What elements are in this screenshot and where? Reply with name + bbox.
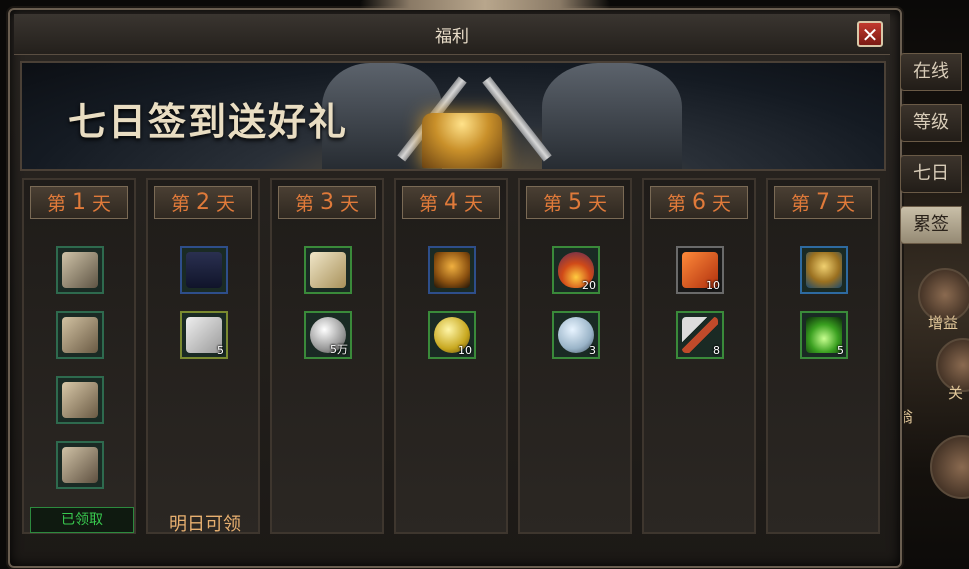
item-count: 8 [713,344,720,357]
day-number: 2 [196,190,210,215]
day-column: 第 2 天 5 明日可领 [146,178,260,535]
day-header: 第 3 天 [278,186,376,219]
banner-title: 七日签到送好礼 [68,99,349,144]
knight-right-art [542,63,682,169]
item-count: 20 [582,279,596,292]
golden-mount-icon [806,252,842,288]
day-column: 第 4 天 10 [394,178,508,534]
claimed-status: 已领取 [30,507,134,533]
reward-slot[interactable] [304,246,352,294]
close-icon[interactable]: ✕ [857,21,883,47]
reward-slot[interactable] [428,246,476,294]
item-count: 5 [217,344,224,357]
item-count: 3 [589,344,596,357]
day-number: 3 [320,190,334,215]
tab-level[interactable]: 等级 [900,104,962,142]
boots-icon [62,447,98,483]
suit-jacket-icon [186,252,222,288]
day-header: 第 1 天 [30,186,128,219]
day-column: 第 5 天 20 3 [518,178,632,534]
day-suffix: 天 [588,193,608,215]
gloves-icon [62,252,98,288]
tiger-pet-icon [434,252,470,288]
day-column: 第 7 天 5 [766,178,880,534]
item-count: 5万 [330,343,348,356]
day-number: 4 [444,190,458,215]
day-number: 1 [72,190,86,215]
reward-slot[interactable]: 5 [180,311,228,359]
reward-slot[interactable] [800,246,848,294]
day-prefix: 第 [294,193,314,215]
tab-seven-day[interactable]: 七日 [900,155,962,193]
side-icon-label: 增益 [928,314,959,332]
day-number: 6 [692,190,706,215]
reward-slot[interactable]: 5 [800,311,848,359]
day-suffix: 天 [464,193,484,215]
reward-slot[interactable] [56,246,104,294]
top-ornament [360,0,610,10]
reward-slot[interactable]: 3 [552,311,600,359]
day-column: 第 1 天 已领取 [22,178,136,534]
tab-online[interactable]: 在线 [900,53,962,91]
tab-cumulative-sign-in[interactable]: 累签 [900,206,962,244]
item-count: 5 [837,344,844,357]
reward-slot[interactable]: 20 [552,246,600,294]
day-header: 第 4 天 [402,186,500,219]
day-prefix: 第 [666,193,686,215]
day-prefix: 第 [170,193,190,215]
reward-slot[interactable]: 8 [676,311,724,359]
day-suffix: 天 [712,193,732,215]
item-count: 10 [706,279,720,292]
treasure-chest-art [422,113,502,168]
day-header: 第 2 天 [154,186,252,219]
day-header: 第 6 天 [650,186,748,219]
chest-armor-icon [62,317,98,353]
day-suffix: 天 [92,193,112,215]
day-header: 第 5 天 [526,186,624,219]
side-icon-label: 关 [948,384,964,402]
reward-slot[interactable] [180,246,228,294]
reward-slot[interactable]: 10 [676,246,724,294]
scroll-icon [310,252,346,288]
day-prefix: 第 [418,193,438,215]
reward-slot[interactable]: 10 [428,311,476,359]
available-tomorrow-status: 明日可领 [169,514,241,535]
item-count: 10 [458,344,472,357]
day-prefix: 第 [790,193,810,215]
day-suffix: 天 [836,193,856,215]
reward-slot[interactable] [56,376,104,424]
day-suffix: 天 [340,193,360,215]
day-prefix: 第 [542,193,562,215]
day-prefix: 第 [46,193,66,215]
day-column: 第 6 天 10 8 [642,178,756,534]
day-number: 7 [816,190,830,215]
day-number: 5 [568,190,582,215]
reward-slot[interactable]: 5万 [304,311,352,359]
reward-slot[interactable] [56,441,104,489]
day-header: 第 7 天 [774,186,872,219]
sign-in-banner: 七日签到送好礼 [20,61,886,171]
window-title: 福利 [435,27,469,47]
pauldron-armor-icon [62,382,98,418]
title-bar: 福利 [14,14,890,55]
day-suffix: 天 [216,193,236,215]
reward-slot[interactable] [56,311,104,359]
day-column: 第 3 天 5万 [270,178,384,534]
